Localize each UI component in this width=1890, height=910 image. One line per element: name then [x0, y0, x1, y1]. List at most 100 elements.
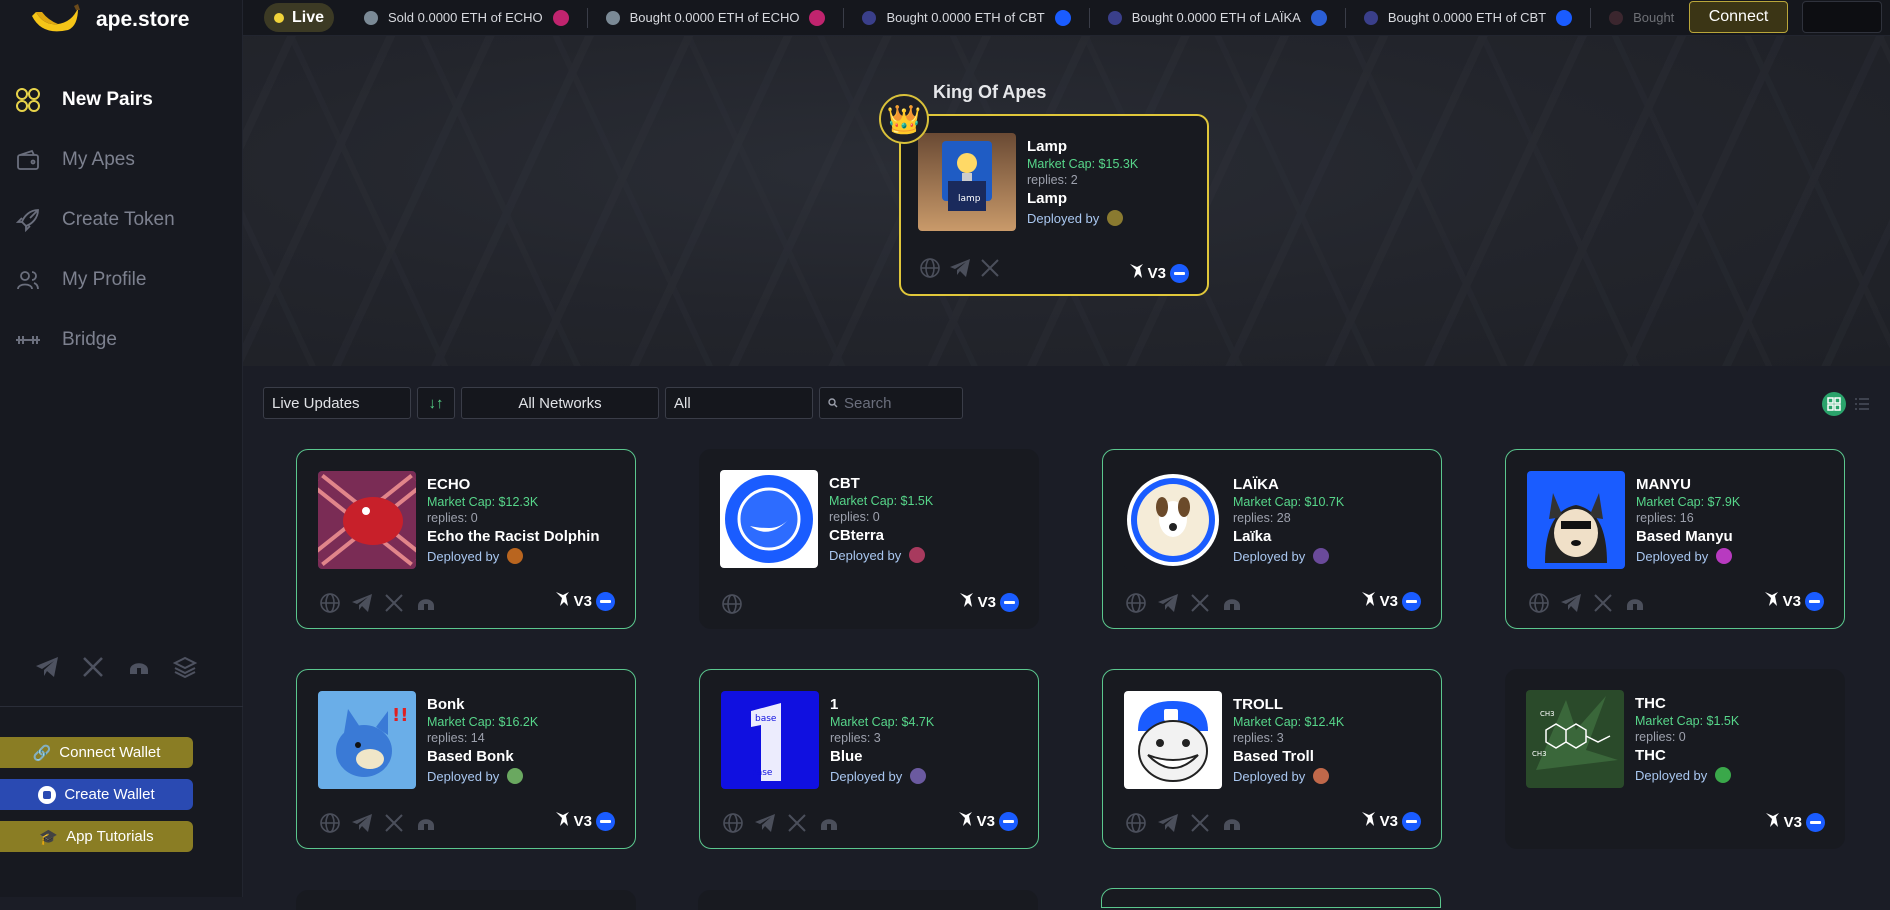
search-placeholder: Search [844, 394, 892, 412]
x-icon[interactable] [1189, 592, 1211, 614]
token-name: Based Manyu [1636, 528, 1733, 545]
token-card[interactable]: MANYU Market Cap: $7.9K replies: 16 Based M… [1505, 449, 1845, 629]
telegram-icon[interactable] [34, 654, 60, 680]
token-card[interactable]: LAÏKA Market Cap: $10.7K replies: 28 Laïka D… [1102, 449, 1442, 629]
category-select[interactable]: All [665, 387, 813, 419]
x-icon[interactable] [786, 812, 808, 834]
token-card-partial[interactable] [296, 890, 636, 910]
telegram-icon[interactable] [949, 257, 971, 284]
trader-avatar [1107, 10, 1122, 25]
token-card[interactable]: TROLL Market Cap: $12.4K replies: 3 Based T… [1102, 669, 1442, 849]
list-view-icon[interactable] [1850, 392, 1874, 416]
token-market-cap: Market Cap: $10.7K [1233, 495, 1345, 509]
deployer-avatar[interactable] [910, 768, 927, 784]
search-box[interactable]: Search [819, 387, 963, 419]
nav-item-bridge[interactable]: Bridge [14, 310, 234, 370]
trader-avatar [605, 10, 620, 25]
globe-icon[interactable] [319, 592, 341, 614]
version-badge: V3 [957, 810, 1018, 832]
deployer-avatar[interactable] [507, 768, 524, 784]
brand-logo[interactable]: ape.store [28, 0, 189, 40]
x-icon[interactable] [383, 592, 405, 614]
deployer-avatar[interactable] [1716, 548, 1733, 564]
deployer-avatar[interactable] [1313, 548, 1330, 564]
connect-button[interactable]: Connect [1689, 1, 1788, 33]
token-market-cap: Market Cap: $16.2K [427, 715, 539, 729]
live-indicator[interactable]: Live [264, 3, 334, 32]
king-of-apes-banner: King Of Apes lamp Lamp Market Cap: $15.3… [243, 36, 1890, 366]
book-icon[interactable] [172, 654, 198, 680]
token-name: THC [1635, 747, 1666, 764]
base-chain-icon [999, 811, 1018, 831]
king-token-card[interactable]: lamp Lamp Market Cap: $15.3K replies: 2 … [899, 114, 1209, 296]
x-icon[interactable] [383, 812, 405, 834]
helmet-icon[interactable] [126, 654, 152, 680]
ticker-text: Bought 0.0000 ETH of CBT [1387, 10, 1547, 25]
token-ticker: Lamp [1027, 138, 1068, 155]
grid-view-icon[interactable] [1822, 392, 1846, 416]
sort-direction-button[interactable]: ↓↑ [417, 387, 455, 419]
helmet-icon[interactable] [415, 592, 437, 614]
token-card[interactable]: CBT Market Cap: $1.5K replies: 0 CBterra Dep… [699, 449, 1039, 629]
ticker-item[interactable]: Sold 0.0000 ETH of ECHO [346, 7, 588, 28]
deployer-avatar[interactable] [1313, 768, 1330, 784]
globe-icon[interactable] [722, 812, 744, 834]
create-wallet-button[interactable]: Create Wallet [0, 779, 193, 810]
globe-icon[interactable] [1125, 592, 1147, 614]
globe-icon[interactable] [919, 257, 941, 284]
ticker-item[interactable]: Bought [1591, 8, 1692, 28]
connect-wallet-button[interactable]: 🔗 Connect Wallet [0, 737, 193, 768]
globe-icon[interactable] [1125, 812, 1147, 834]
token-card[interactable]: base base 1 Market Cap: $4.7K replies: 3 Blue… [699, 669, 1039, 849]
helmet-icon[interactable] [818, 812, 840, 834]
helmet-icon[interactable] [1221, 812, 1243, 834]
deployed-by: Deployed by [1636, 548, 1740, 564]
token-card-partial[interactable] [698, 890, 1038, 910]
telegram-icon[interactable] [1157, 812, 1179, 834]
globe-icon[interactable] [1528, 592, 1550, 614]
deployer-avatar[interactable] [507, 548, 524, 564]
ticker-item[interactable]: Bought 0.0000 ETH of CBT [1346, 7, 1592, 28]
nav-item-my-apes[interactable]: My Apes [14, 130, 234, 190]
theme-toggle-button[interactable] [1802, 1, 1882, 33]
x-icon[interactable] [80, 654, 106, 680]
svg-text:base: base [751, 768, 773, 778]
helmet-icon[interactable] [415, 812, 437, 834]
telegram-icon[interactable] [1157, 592, 1179, 614]
token-card-partial[interactable] [1101, 888, 1441, 908]
globe-icon[interactable] [721, 593, 743, 615]
ticker-item[interactable]: Bought 0.0000 ETH of CBT [844, 7, 1090, 28]
telegram-icon[interactable] [754, 812, 776, 834]
token-card[interactable]: CH3 CH3 THC Market Cap: $1.5K replies: 0 THC D… [1505, 669, 1845, 849]
token-card[interactable]: !! Bonk Market Cap: $16.2K replies: 14 Based… [296, 669, 636, 849]
ticker-item[interactable]: Bought 0.0000 ETH of ECHO [588, 7, 845, 28]
app-tutorials-button[interactable]: 🎓 App Tutorials [0, 821, 193, 852]
token-ticker: 1 [830, 696, 839, 713]
helmet-icon[interactable] [1221, 592, 1243, 614]
sort-select[interactable]: Live Updates [263, 387, 411, 419]
x-icon[interactable] [1189, 812, 1211, 834]
token-replies: replies: 3 [830, 731, 881, 745]
sidebar: ape.store New Pairs My Apes Create Token… [0, 0, 243, 897]
nav-item-my-profile[interactable]: My Profile [14, 250, 234, 310]
telegram-icon[interactable] [1560, 592, 1582, 614]
nav-label: My Apes [62, 149, 135, 170]
nav-item-create-token[interactable]: Create Token [14, 190, 234, 250]
users-icon [14, 266, 42, 294]
x-icon[interactable] [1592, 592, 1614, 614]
helmet-icon[interactable] [1624, 592, 1646, 614]
deployer-avatar[interactable] [1715, 767, 1732, 783]
network-select[interactable]: All Networks [461, 387, 659, 419]
nav-item-new-pairs[interactable]: New Pairs [14, 70, 234, 130]
globe-icon[interactable] [319, 812, 341, 834]
token-card[interactable]: ECHO Market Cap: $12.3K replies: 0 Echo the… [296, 449, 636, 629]
telegram-icon[interactable] [351, 812, 373, 834]
ticker-text: Bought 0.0000 ETH of LAÏKA [1131, 10, 1301, 25]
deployed-by-label: Deployed by [1636, 548, 1709, 564]
version-label: V3 [976, 812, 995, 830]
deployer-avatar[interactable] [909, 547, 926, 563]
ticker-item[interactable]: Bought 0.0000 ETH of LAÏKA [1090, 7, 1346, 28]
deployer-avatar[interactable] [1107, 210, 1124, 226]
x-icon[interactable] [979, 257, 1001, 284]
telegram-icon[interactable] [351, 592, 373, 614]
